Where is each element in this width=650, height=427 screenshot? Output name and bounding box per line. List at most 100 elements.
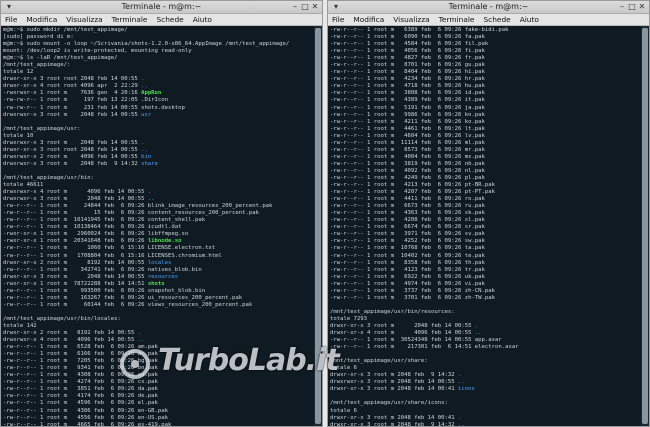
line-text: -rw-r--r-- 1 root m 1060 feb 6 15:16 LIC… [3,245,216,252]
terminal-line: -rw-r--r-- 1 root m 3808 feb 6 09:26 id.… [330,90,639,97]
line-text: drwxr-xr-x 3 root m 2048 feb 9 14:32 [330,421,458,426]
file-name-highlight: . [137,330,142,337]
terminal-line: totale 7293 [330,316,639,323]
menu-terminale[interactable]: Terminale [439,14,475,25]
line-text: [sudo] password di m: [3,34,74,41]
terminal-line: -rw-r--r-- 1 root m 3737 feb 6 09:26 zh-… [330,288,639,295]
line-text: -rwxr-xr-x 1 root m 78722288 feb 14 14:5… [3,280,148,287]
terminal-line: -rw-r--r-- 1 root m 8573 feb 6 09:26 mr.… [330,147,639,154]
file-name-highlight: shots [147,280,165,287]
menu-aiuto[interactable]: Aiuto [520,14,539,25]
line-text: -rw-r--r-- 1 root m 8404 feb 6 09:26 hi.… [330,69,485,76]
line-text: drwxrwxr-x 3 root m 2048 feb 14 00:55 [3,111,142,118]
terminal-line: -rw-r--r-- 1 root m 4252 feb 6 09:26 sw.… [330,238,639,245]
terminal-line: /mnt/test_appimage/usr/share/icons: [330,400,639,407]
line-text: -rw-r--r-- 1 root m 4249 feb 6 09:26 pl.… [330,174,485,181]
menu-terminale[interactable]: Terminale [112,14,148,25]
line-text: -rw-r--r-- 1 root m 10768 feb 6 09:26 ta… [330,245,485,252]
terminal-line: -rw-r--r-- 1 root m 4556 feb 6 09:26 en-… [3,415,312,422]
menu-schede[interactable]: Schede [156,14,183,25]
terminal-line: -rw-r--r-- 1 root m 163267 feb 6 09:26 u… [3,295,312,302]
line-text: m@m:~$ sudo mkdir /mnt/test_appimage/ [3,27,128,33]
menu-file[interactable]: File [5,14,17,25]
terminal-line: -rw-r--r-- 1 root m 4827 feb 6 09:26 fr.… [330,55,639,62]
line-text: -rw-r--r-- 1 root m 4596 feb 6 09:26 el.… [3,400,158,407]
close-icon[interactable]: ✕ [637,2,647,12]
window-title: Terminale - m@m:~ [121,2,202,11]
terminal-line: drwxr-xr-x 4 root root 4096 apr 2 22:29 … [3,83,312,90]
line-text: drwxr-xr-x 3 root m 2048 feb 14 00:55 [330,322,475,329]
close-icon[interactable]: ✕ [310,2,320,12]
file-name-highlight: libnode.so [147,238,182,245]
line-text: drwxrwxr-x 3 root m 2048 feb 9 14:32 [3,160,142,167]
menu-aiuto[interactable]: Aiuto [193,14,212,25]
line-text: -rw-r--r-- 1 root m 4974 feb 6 09:26 vi.… [330,280,485,287]
menu-bar: File Modifica Visualizza Terminale Sched… [328,14,649,26]
terminal-line: -rw-r--r-- 1 root m 15 feb 6 09:26 conte… [3,210,312,217]
line-text: -rw-r--r-- 1 root m 4174 feb 6 09:26 de.… [3,393,158,400]
terminal-line: /mnt/test_appimage/usr: [3,126,312,133]
terminal-line: drwxrwxr-x 3 root m 2048 feb 14 00:55 .. [3,196,312,203]
line-text: -rw-r--r-- 1 root m 4208 feb 6 09:26 sl.… [330,217,485,224]
terminal-line: -rw-r--r-- 1 root m 6389 feb 6 09:26 fak… [330,27,639,34]
scrollbar[interactable] [641,26,649,426]
terminal-line: -rw-r--r-- 1 root m 10138464 feb 6 09:26… [3,224,312,231]
terminal-line: -rw-r--r-- 1 root m 24844 feb 6 09:26 bl… [3,203,312,210]
minimize-icon[interactable]: – [617,2,627,12]
file-name-highlight: AppRun [141,90,162,97]
file-name-highlight: .. [141,83,148,90]
terminal-line: -rw-r--r-- 1 root m 4363 feb 6 09:26 sk.… [330,210,639,217]
menu-schede[interactable]: Schede [483,14,510,25]
line-text: -rw-r--r-- 1 root m 1708804 feb 6 15:16 … [3,252,222,259]
terminal-line: -rw-r--r-- 1 root m 3819 feb 6 09:26 nb.… [330,161,639,168]
minimize-icon[interactable]: – [290,2,300,12]
title-bar[interactable]: ▾ Terminale - m@m:~ – □ ✕ [1,1,322,14]
menu-modifica[interactable]: Modifica [353,14,384,25]
line-text: -rw-r--r-- 1 root m 5191 feb 6 09:26 ja.… [330,104,485,111]
file-name-highlight: icons [457,386,475,393]
line-text: -rw-r--r-- 1 root m 3971 feb 6 09:26 sv.… [330,231,485,238]
terminal-line: drwxr-xr-x 3 root m 2048 feb 14 00:55 re… [3,274,312,281]
terminal-line: -rw-r--r-- 1 root m 11114 feb 6 09:26 ml… [330,140,639,147]
file-name-highlight: .. [474,330,482,337]
file-name-highlight: bin [141,153,152,160]
file-name-highlight: . [474,322,479,329]
terminal-line: -rw-rw-r-- 1 root m 231 feb 14 00:55 sho… [3,105,312,112]
terminal-line: totale 142 [3,323,312,330]
terminal-line: -rw-r--r-- 1 root m 8404 feb 6 09:26 hi.… [330,69,639,76]
line-text: totale 12 [3,69,34,76]
menu-file[interactable]: File [332,14,344,25]
line-text: drwxr-xr-x 3 root root 2048 feb 14 00:55 [3,146,142,153]
line-text: -rw-r--r-- 1 root m 4604 feb 6 09:26 lv.… [330,132,485,139]
file-name-highlight: usr [141,111,152,118]
terminal-line: -rw-r--r-- 1 root m 342741 feb 6 09:26 n… [3,267,312,274]
terminal-line: drwxr-xr-x 2 root m 8192 feb 14 00:55 lo… [3,260,312,267]
terminal-line: -rw-r--r-- 1 root m 9986 feb 6 09:26 kn.… [330,112,639,119]
terminal-line: /mnt/test_appimage/usr/bin/locales: [3,316,312,323]
scrollbar-thumb[interactable] [642,28,648,424]
line-text: -rw-r--r-- 1 root m 4056 feb 6 09:26 fi.… [330,48,485,55]
line-text: -rw-r--r-- 1 root m 4211 feb 6 09:26 ko.… [330,118,485,125]
terminal-line: drwxr-xr-x 4 root m 4096 feb 14 00:55 .. [330,330,639,337]
terminal-line: -rw-r--r-- 1 root m 993500 feb 6 09:26 s… [3,288,312,295]
title-bar[interactable]: ▾ Terminale - m@m:~ – □ ✕ [328,1,649,14]
terminal-line: -rw-r--r-- 1 root m 4596 feb 6 09:26 el.… [3,400,312,407]
terminal-line: drwxrwxr-x 4 root m 4096 feb 14 00:55 . [3,189,312,196]
line-text: /mnt/test_appimage/usr/bin/resources: [330,308,455,315]
terminal-line: totale 10 [3,133,312,140]
terminal-line: -rw-r--r-- 1 root m 4718 feb 6 09:26 hu.… [330,83,639,90]
maximize-icon[interactable]: □ [627,2,637,12]
line-text: -rw-r--r-- 1 root m 4207 feb 6 09:26 pt-… [330,189,496,196]
menu-modifica[interactable]: Modifica [26,14,57,25]
terminal-line: drwxr-xr-x 2 root m 8192 feb 14 00:55 . [3,330,312,337]
terminal-line: -rw-r--r-- 1 root m 4234 feb 6 09:26 hr.… [330,76,639,83]
terminal-line: -rw-r--r-- 1 root m 10402 feb 6 09:26 te… [330,253,639,260]
maximize-icon[interactable]: □ [300,2,310,12]
line-text: drwxrwxr-x 2 root m 4096 feb 14 00:55 [3,153,142,160]
menu-visualizza[interactable]: Visualizza [393,14,429,25]
menu-visualizza[interactable]: Visualizza [66,14,102,25]
line-text: drwxr-xr-x 3 root root 2048 feb 14 00:55 [3,76,142,83]
line-text: -rw-rw-r-- 1 root m 231 feb 14 00:55 sho… [3,104,185,111]
